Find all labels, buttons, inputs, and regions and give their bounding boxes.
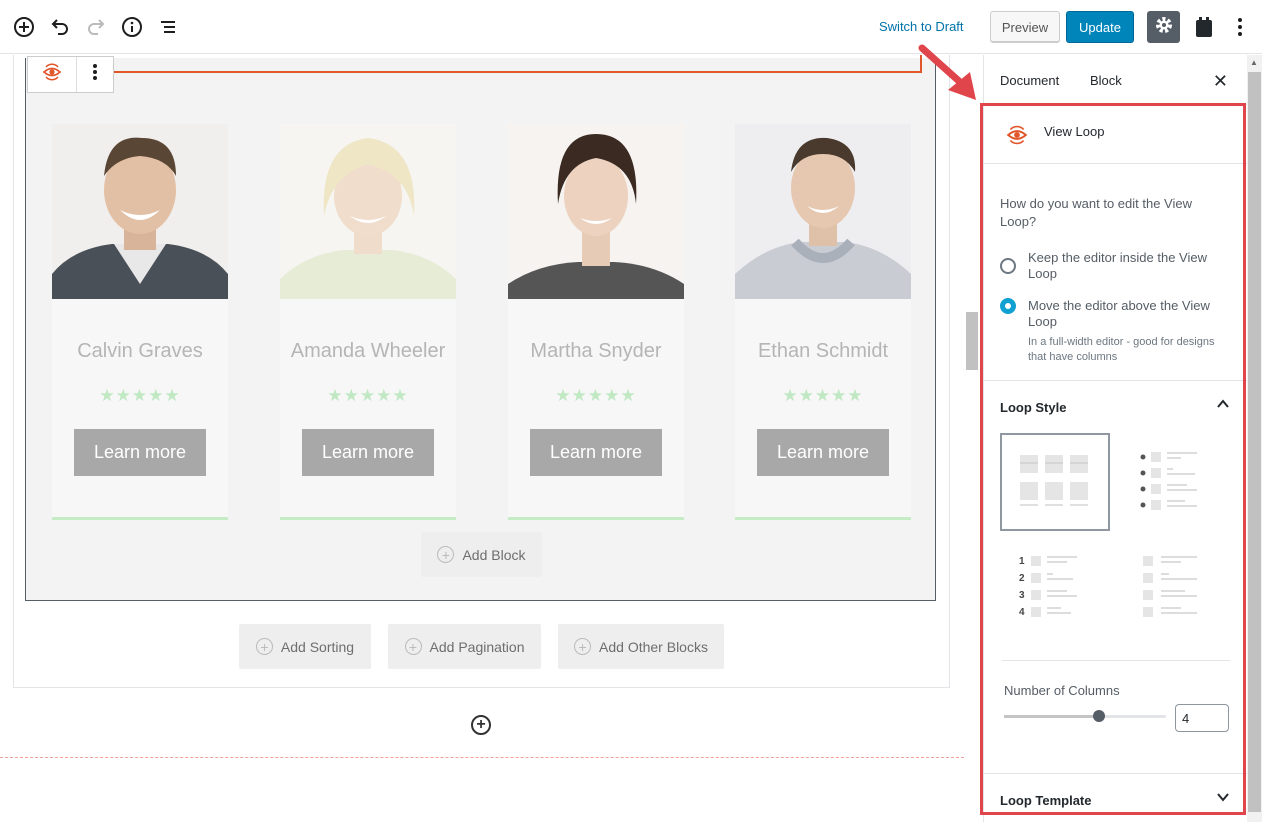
plus-circle-icon: + [437,546,455,563]
learn-more-button[interactable]: Learn more [302,429,434,476]
loop-template-panel-header[interactable]: Loop Template [984,773,1248,823]
block-outline-accent [113,71,922,73]
option-keep-inside-label[interactable]: Keep the editor inside the View Loop [1028,250,1228,282]
section-divider [1002,660,1230,661]
block-toolbar [27,56,114,93]
view-loop-block-button[interactable] [28,57,77,92]
loop-style-panel-header[interactable]: Loop Style [984,380,1248,430]
grid-layout-icon [1020,455,1088,506]
person-photo [508,124,684,299]
undo-icon[interactable] [49,16,71,38]
bulleted-list-icon [1140,452,1197,510]
preview-button[interactable]: Preview [990,11,1060,43]
edit-mode-question: How do you want to edit the View Loop? [1000,196,1192,229]
radio-move-above[interactable] [1000,298,1016,314]
block-card: View Loop [984,106,1248,164]
settings-sidebar: Document Block ✕ View Loop How do you wa… [983,55,1248,823]
view-loop-eye-icon [42,62,62,87]
redo-icon[interactable] [85,16,107,38]
close-icon[interactable]: ✕ [1213,71,1228,92]
gear-icon [1154,15,1174,40]
view-loop-eye-icon [1006,124,1028,151]
vertical-dots-icon [92,63,98,86]
tab-block[interactable]: Block [1090,73,1122,88]
plus-circle-icon: + [574,638,592,655]
info-icon[interactable] [121,16,143,38]
outline-icon[interactable] [157,16,179,38]
chevron-up-icon [1216,397,1230,416]
sidebar-tabs: Document Block ✕ [984,55,1248,105]
scroll-up-arrow-icon[interactable]: ▲ [1250,58,1258,67]
add-block-icon[interactable] [13,16,35,38]
person-card: Ethan Schmidt ★★★★★ Learn more [735,124,911,520]
add-pagination-label: Add Pagination [429,638,525,655]
person-card: Amanda Wheeler ★★★★★ Learn more [280,124,456,520]
more-menu-icon[interactable] [1229,16,1251,38]
canvas-scrollbar[interactable] [966,312,978,370]
person-photo [52,124,228,299]
loop-template-title: Loop Template [1000,793,1092,808]
editor-canvas: Calvin Graves ★★★★★ Learn more Amanda Wh… [0,55,964,822]
person-name: Ethan Schmidt [757,340,889,362]
update-button[interactable]: Update [1066,11,1134,43]
add-other-blocks-label: Add Other Blocks [599,638,708,655]
person-photo [735,124,911,299]
number-of-columns-label: Number of Columns [1004,683,1120,698]
block-more-options[interactable] [77,57,113,92]
person-name: Amanda Wheeler [290,340,446,362]
add-sorting-button[interactable]: + Add Sorting [239,624,371,669]
add-pagination-button[interactable]: + Add Pagination [388,624,541,669]
person-card: Martha Snyder ★★★★★ Learn more [508,124,684,520]
rating-stars: ★★★★★ [99,386,181,405]
learn-more-button[interactable]: Learn more [757,429,889,476]
option-move-above-help: In a full-width editor - good for design… [1028,336,1215,363]
option-move-above-label[interactable]: Move the editor above the View Loop [1028,298,1228,330]
plus-circle-icon: + [255,638,273,655]
rating-stars: ★★★★★ [782,386,864,405]
radio-keep-inside[interactable] [1000,258,1016,274]
learn-more-button[interactable]: Learn more [74,429,206,476]
block-title: View Loop [1044,124,1105,139]
person-name: Martha Snyder [530,340,662,362]
person-name: Calvin Graves [77,340,203,362]
columns-slider-fill [1004,715,1099,718]
annotation-arrow-icon [918,44,976,100]
loop-style-bulleted-list[interactable] [1120,433,1230,531]
loop-style-unformatted-list[interactable] [1120,537,1230,635]
toolset-icon[interactable] [1193,16,1215,38]
page-break-divider [0,757,964,758]
numbered-list-icon: 1 2 3 4 [1015,551,1095,621]
sidebar-scrollbar-thumb[interactable] [1248,72,1261,812]
switch-to-draft-link[interactable]: Switch to Draft [879,19,964,34]
editor-header: Switch to Draft Preview Update [0,0,1262,54]
view-loop-block[interactable]: Calvin Graves ★★★★★ Learn more Amanda Wh… [25,58,936,601]
add-sorting-label: Add Sorting [280,638,355,655]
settings-button[interactable] [1147,11,1180,43]
add-block-button[interactable]: + Add Block [421,532,542,577]
chevron-down-icon [1216,790,1230,809]
loop-style-grid[interactable] [1000,433,1110,531]
block-inserter-plus-icon[interactable]: + [471,715,491,735]
add-other-blocks-button[interactable]: + Add Other Blocks [558,624,724,669]
unformatted-list-icon [1143,556,1197,617]
rating-stars: ★★★★★ [327,386,409,405]
plus-circle-icon: + [404,638,422,655]
number-of-columns-input[interactable]: 4 [1175,704,1229,732]
tab-document[interactable]: Document [1000,73,1059,88]
learn-more-button[interactable]: Learn more [530,429,662,476]
columns-slider-handle[interactable] [1093,710,1105,722]
rating-stars: ★★★★★ [555,386,637,405]
person-card: Calvin Graves ★★★★★ Learn more [52,124,228,520]
add-block-label: Add Block [462,546,526,563]
loop-style-numbered-list[interactable]: 1 2 3 4 [1000,537,1110,635]
loop-style-title: Loop Style [1000,400,1067,415]
person-photo [280,124,456,299]
